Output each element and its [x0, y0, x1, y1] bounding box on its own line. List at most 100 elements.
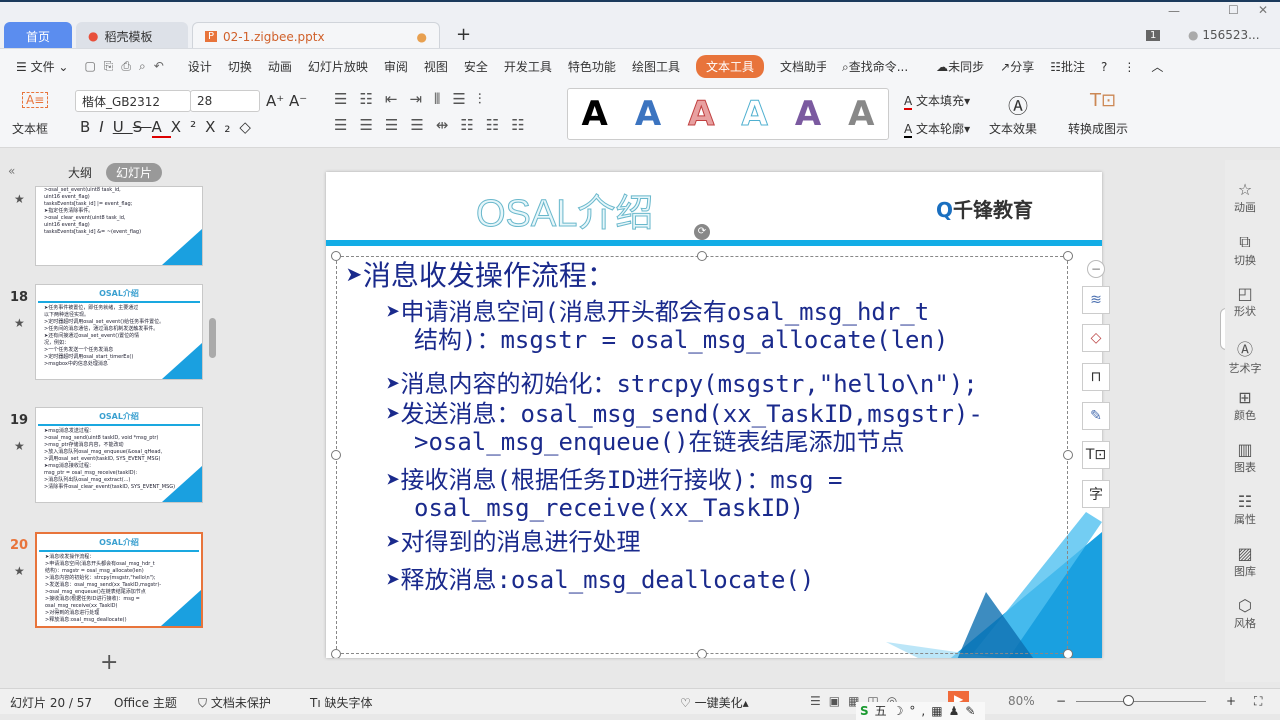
beautify-button[interactable]: ♡ 一键美化▴: [680, 694, 749, 711]
menu-developer[interactable]: 开发工具: [504, 58, 552, 75]
tab-document[interactable]: P 02-1.zigbee.pptx ●: [192, 22, 440, 50]
text-style-outline[interactable]: A: [741, 94, 768, 135]
format-icons[interactable]: BIUSAX²X₂◇: [80, 118, 260, 138]
search-command[interactable]: ⌕查找命令...: [842, 58, 908, 75]
tab-templates[interactable]: ● 稻壳模板: [76, 22, 188, 50]
slide-bullet[interactable]: ➤申请消息空间(消息开头都会有osal_msg_hdr_t 结构)：msgstr …: [386, 298, 948, 354]
panel-scrollbar[interactable]: [209, 318, 216, 358]
zoom-out-button[interactable]: −: [1056, 694, 1066, 708]
missing-font[interactable]: Tı 缺失字体: [310, 694, 373, 711]
menu-transition[interactable]: 切换: [228, 58, 252, 75]
resize-handle[interactable]: [331, 649, 341, 658]
resize-handle[interactable]: [697, 251, 707, 261]
zoom-level[interactable]: 80%: [1008, 694, 1035, 708]
menu-text-tools[interactable]: 文本工具: [695, 55, 764, 78]
resize-handle[interactable]: [1063, 450, 1073, 460]
resize-handle[interactable]: [331, 251, 341, 261]
resize-handle[interactable]: [697, 649, 707, 658]
slide-bullet[interactable]: ➤消息内容的初始化：strcpy(msgstr,"hello\n");: [386, 370, 978, 398]
slide-bullet[interactable]: ➤发送消息：osal_msg_send(xx_TaskID,msgstr)- >o…: [386, 400, 983, 456]
convert-diagram-button[interactable]: 转换成图示: [1068, 120, 1128, 137]
tab-home[interactable]: 首页: [4, 22, 72, 50]
collapse-float-icon[interactable]: −: [1087, 260, 1105, 278]
animation-star-icon[interactable]: ★: [14, 439, 25, 453]
font-family-select[interactable]: 楷体_GB2312: [75, 90, 191, 112]
zoom-slider-thumb[interactable]: [1123, 695, 1134, 706]
slide-bullet[interactable]: ➤释放消息:osal_msg_deallocate(): [386, 566, 814, 594]
sidebar-item-property[interactable]: ☷ 属性: [1225, 492, 1265, 527]
text-fill-button[interactable]: A 文本填充▾: [904, 92, 970, 110]
menu-doc-assistant[interactable]: 文档助手: [780, 58, 826, 75]
layers-icon[interactable]: ≋: [1082, 286, 1110, 314]
collapse-ribbon-icon[interactable]: ︿: [1151, 58, 1163, 75]
slide-bullet[interactable]: ➤接收消息(根据任务ID进行接收)：msg = osal_msg_receive(…: [386, 466, 843, 522]
help-icon[interactable]: ?: [1101, 60, 1107, 74]
close-button[interactable]: ✕: [1258, 3, 1268, 17]
comment-button[interactable]: ☷批注: [1050, 58, 1085, 75]
textbox-button[interactable]: 文本框: [12, 120, 48, 137]
brush-icon[interactable]: ✎: [1082, 402, 1110, 430]
text-effect-button[interactable]: 文本效果: [989, 120, 1037, 137]
menu-features[interactable]: 特色功能: [568, 58, 616, 75]
menu-slideshow[interactable]: 幻灯片放映: [308, 58, 368, 75]
share-button[interactable]: ↗分享: [1000, 58, 1034, 75]
sidebar-item-gallery[interactable]: ▨ 图库: [1225, 544, 1265, 579]
animation-star-icon[interactable]: ★: [14, 192, 25, 206]
shape-outline-icon[interactable]: ⊓: [1082, 363, 1110, 391]
text-style-purple[interactable]: A: [795, 94, 821, 134]
animation-star-icon[interactable]: ★: [14, 316, 25, 330]
text-style-gray[interactable]: A: [848, 94, 874, 134]
sidebar-item-chart[interactable]: ▥ 图表: [1225, 440, 1265, 475]
maximize-button[interactable]: ☐: [1228, 3, 1239, 17]
font-replace-icon[interactable]: 字: [1082, 480, 1110, 508]
slide-thumbnail[interactable]: OSAL介绍 ➤msg消息发送过程： >osal_msg_send(uint8 ta…: [35, 407, 203, 503]
file-menu[interactable]: ☰ 文件 ⌄: [16, 58, 68, 75]
zoom-in-button[interactable]: +: [1226, 694, 1236, 708]
zoom-slider[interactable]: [1076, 701, 1206, 702]
add-slide-button[interactable]: +: [100, 650, 118, 675]
resize-handle[interactable]: [1063, 649, 1073, 658]
tab-outline[interactable]: 大纲: [68, 164, 92, 181]
user-account[interactable]: ● 156523...: [1188, 28, 1260, 42]
menu-review[interactable]: 审阅: [384, 58, 408, 75]
ime-toolbar[interactable]: S五☽°,▦♟✎: [856, 702, 986, 720]
sidebar-item-shape[interactable]: ◰ 形状: [1225, 284, 1265, 319]
window-count-badge[interactable]: 1: [1146, 30, 1161, 41]
slide-thumbnail[interactable]: OSAL介绍 ➤任务事件被置位，即任务就绪，主要通过 以下两种途径实现。 >定时器超时…: [35, 284, 203, 380]
font-size-select[interactable]: 28: [190, 90, 260, 112]
resize-handle[interactable]: [331, 450, 341, 460]
theme-name[interactable]: Office 主题: [114, 694, 177, 711]
fit-window-icon[interactable]: ⛶: [1254, 694, 1262, 709]
menu-design[interactable]: 设计: [188, 58, 212, 75]
tab-slides[interactable]: 幻灯片: [106, 163, 163, 182]
slide-canvas[interactable]: OSAL介绍 Q千锋教育 ⟳ ➤消息收发操作流程： ➤申请消息空间(消息开头都会…: [326, 172, 1102, 658]
menu-drawing-tools[interactable]: 绘图工具: [632, 58, 680, 75]
collapse-panel-icon[interactable]: «: [8, 164, 15, 178]
sync-button[interactable]: ☁未同步: [936, 58, 984, 75]
text-style-red[interactable]: A: [688, 94, 715, 135]
menu-security[interactable]: 安全: [464, 58, 488, 75]
slide-title[interactable]: OSAL介绍: [475, 182, 653, 237]
sidebar-item-star[interactable]: ☆ 动画: [1225, 180, 1265, 215]
text-style-gallery[interactable]: A A A A A A: [567, 88, 889, 140]
minimize-button[interactable]: —: [1168, 4, 1180, 18]
more-icon[interactable]: ⋮: [1123, 60, 1135, 74]
menu-animation[interactable]: 动画: [268, 58, 292, 75]
slide-thumbnail[interactable]: >osal_set_event(uint8 task_id, uint16 eve…: [35, 186, 203, 266]
font-grow-shrink-icons[interactable]: A⁺ A⁻: [266, 92, 307, 110]
quick-access-icons[interactable]: ▢⎘⎙⌕↶: [84, 59, 171, 74]
menu-view[interactable]: 视图: [424, 58, 448, 75]
animation-star-icon[interactable]: ★: [14, 564, 25, 578]
protect-status[interactable]: ⛉ 文档未保护: [198, 694, 271, 711]
convert-icon[interactable]: T⊡: [1082, 441, 1110, 469]
sidebar-item-art-text[interactable]: Ⓐ 艺术字: [1225, 336, 1265, 376]
text-style-black[interactable]: A: [582, 94, 608, 134]
shape-fill-icon[interactable]: ◇: [1082, 324, 1110, 352]
sidebar-item-switch[interactable]: ⧉ 切换: [1225, 232, 1265, 268]
text-style-blue[interactable]: A: [635, 94, 661, 134]
align-icons[interactable]: ☰☰☰☰⇹☷☷☷: [334, 116, 537, 134]
rotate-handle-icon[interactable]: ⟳: [694, 224, 710, 240]
paragraph-icons[interactable]: ☰☷⇤⇥⫴☰⫶: [334, 90, 494, 108]
slide-bullet[interactable]: ➤对得到的消息进行处理: [386, 528, 640, 556]
sidebar-item-style[interactable]: ⬡ 风格: [1225, 596, 1265, 631]
